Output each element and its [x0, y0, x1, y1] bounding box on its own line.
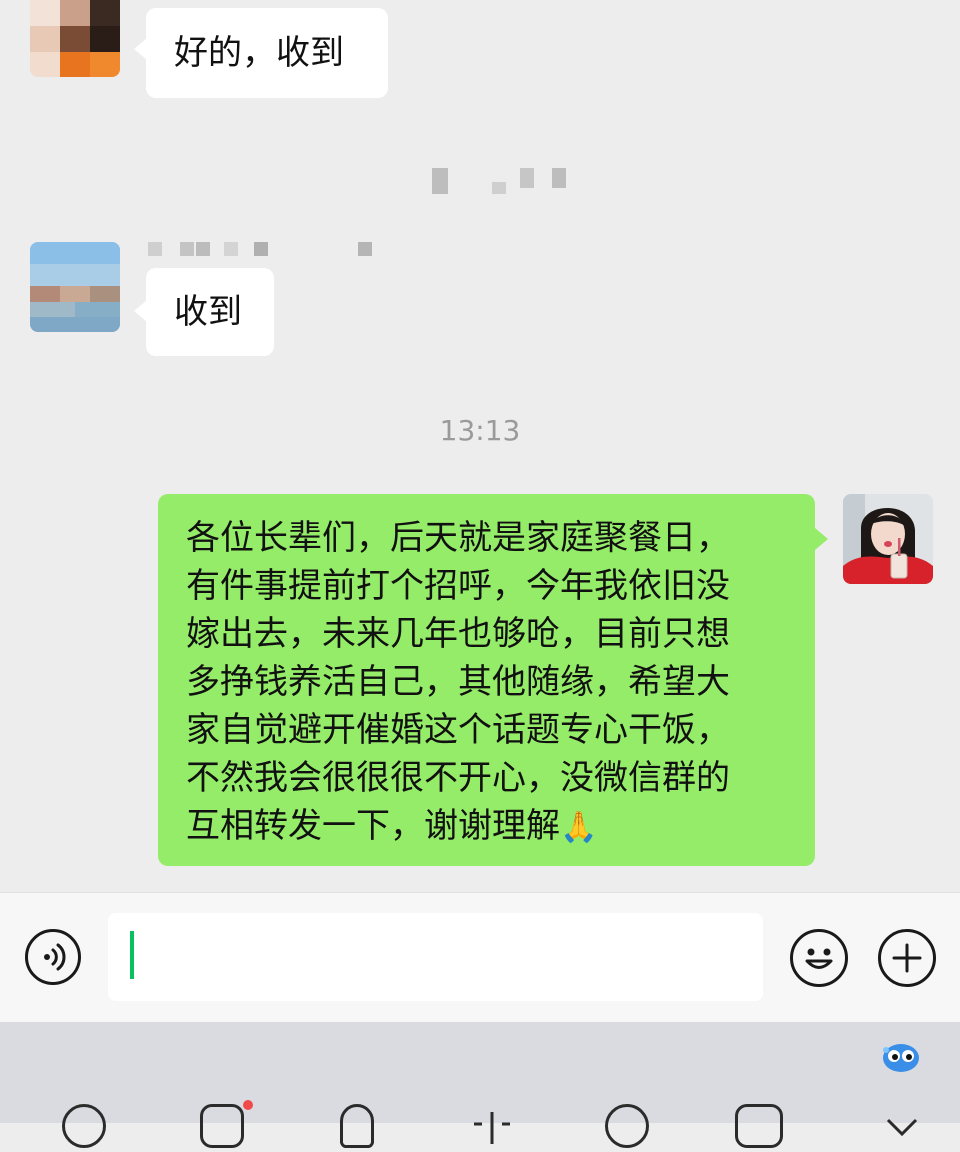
praying-hands-emoji: 🙏	[560, 810, 598, 845]
keyboard-tool-icon-5[interactable]	[605, 1104, 649, 1148]
message-line: 不然我会很很很不开心，没微信群的	[186, 758, 730, 798]
incoming-message-bubble[interactable]: 好的，收到	[146, 8, 388, 98]
chat-area: 好的，收到 收到 13:13 各位长辈们，后天就是家庭聚餐日， 有件事提前打个招…	[0, 0, 960, 892]
message-line: 多挣钱养活自己，其他随缘，希望大	[186, 662, 730, 702]
keyboard-toolbar	[0, 1022, 960, 1148]
outgoing-message-bubble[interactable]: 各位长辈们，后天就是家庭聚餐日， 有件事提前打个招呼，今年我依旧没 嫁出去，未来…	[158, 494, 815, 866]
cursor-move-icon	[474, 1112, 510, 1144]
blurred-sender-name	[224, 242, 238, 256]
blurred-system-text	[520, 168, 534, 188]
my-avatar[interactable]	[843, 494, 933, 584]
message-input-bar	[0, 892, 960, 1023]
incoming-message-bubble[interactable]: 收到	[146, 268, 274, 356]
text-caret	[130, 931, 134, 979]
keyboard-tool-icon-2[interactable]	[200, 1104, 244, 1148]
avatar-photo	[843, 494, 933, 584]
blurred-sender-name	[358, 242, 372, 256]
blurred-sender-name	[196, 242, 210, 256]
blurred-system-text	[432, 168, 448, 194]
message-text: 收到	[174, 292, 242, 332]
notification-dot	[243, 1100, 253, 1110]
sender-avatar-2[interactable]	[30, 242, 120, 332]
emoji-button[interactable]	[790, 929, 848, 987]
blurred-sender-name	[254, 242, 268, 256]
blurred-system-text	[492, 182, 506, 194]
message-text: 好的，收到	[174, 33, 344, 73]
emoji-face-icon	[805, 948, 833, 969]
blurred-system-text	[552, 168, 566, 188]
voice-icon	[44, 943, 66, 971]
message-line: 家自觉避开催婚这个话题专心干饭，	[186, 710, 730, 750]
message-line: 有件事提前打个招呼，今年我依旧没	[186, 566, 730, 606]
keyboard-tool-icon-4[interactable]	[470, 1104, 514, 1148]
more-options-button[interactable]	[878, 929, 936, 987]
message-line: 互相转发一下，谢谢理解🙏	[186, 806, 598, 846]
blurred-sender-name	[148, 242, 162, 256]
bubble-tail	[815, 528, 828, 550]
blurred-sender-name	[180, 242, 194, 256]
message-timestamp: 13:13	[439, 414, 521, 447]
message-line: 嫁出去，未来几年也够呛，目前只想	[186, 614, 730, 654]
sender-avatar-1[interactable]	[30, 0, 120, 77]
voice-button[interactable]	[25, 929, 81, 985]
collapse-keyboard-icon[interactable]	[880, 1104, 924, 1148]
keyboard-tool-icon-3[interactable]	[340, 1104, 374, 1148]
plus-icon	[892, 943, 922, 973]
message-text-input[interactable]	[108, 913, 763, 1001]
mascot-icon[interactable]	[880, 1038, 922, 1074]
message-line: 各位长辈们，后天就是家庭聚餐日，	[186, 518, 730, 558]
keyboard-tool-icon-6[interactable]	[735, 1104, 783, 1148]
keyboard-tool-icon-1[interactable]	[62, 1104, 106, 1148]
